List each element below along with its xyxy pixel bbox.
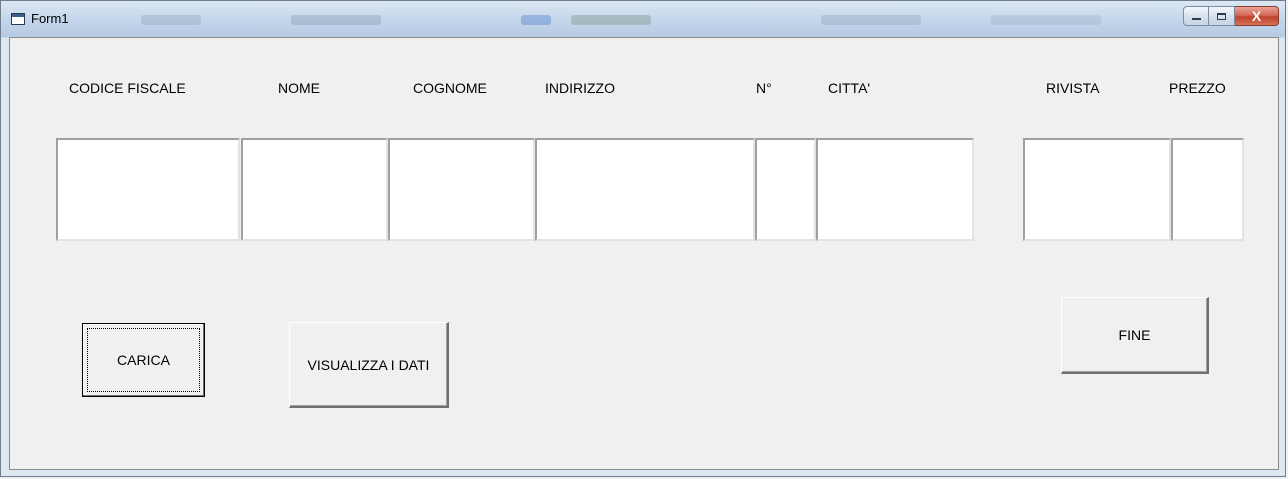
- minimize-icon: [1191, 18, 1201, 20]
- fine-button[interactable]: FINE: [1061, 297, 1209, 374]
- title-bar[interactable]: Form1 X: [1, 1, 1285, 37]
- label-prezzo: PREZZO: [1169, 80, 1226, 96]
- visualizza-dati-button[interactable]: VISUALIZZA I DATI: [289, 322, 449, 408]
- cognome-input[interactable]: [388, 138, 535, 241]
- label-codice-fiscale: CODICE FISCALE: [69, 80, 186, 96]
- maximize-button[interactable]: [1209, 6, 1235, 26]
- nome-input[interactable]: [241, 138, 388, 241]
- focus-indicator: [87, 328, 200, 392]
- codice-fiscale-input[interactable]: [56, 138, 240, 241]
- numero-input[interactable]: [755, 138, 816, 241]
- caption-buttons: X: [1183, 6, 1279, 28]
- carica-button[interactable]: CARICA: [82, 323, 205, 397]
- window-title: Form1: [31, 11, 69, 26]
- maximize-icon: [1217, 12, 1226, 20]
- glass-reflection: [571, 15, 651, 25]
- label-cognome: COGNOME: [413, 80, 487, 96]
- rivista-input[interactable]: [1023, 138, 1171, 241]
- close-icon: X: [1251, 8, 1262, 24]
- glass-reflection: [821, 15, 921, 25]
- glass-reflection: [141, 15, 201, 25]
- close-button[interactable]: X: [1235, 6, 1279, 26]
- glass-reflection: [521, 15, 551, 25]
- label-indirizzo: INDIRIZZO: [545, 80, 615, 96]
- form-window: Form1 X CODICE FISCALE NOME COGNOME INDI…: [0, 0, 1286, 477]
- label-numero: N°: [756, 80, 772, 96]
- label-nome: NOME: [278, 80, 320, 96]
- indirizzo-input[interactable]: [535, 138, 755, 241]
- glass-reflection: [991, 15, 1101, 25]
- form-client-area: CODICE FISCALE NOME COGNOME INDIRIZZO N°…: [9, 37, 1279, 470]
- form-icon[interactable]: [11, 13, 25, 25]
- citta-input[interactable]: [816, 138, 974, 241]
- prezzo-input[interactable]: [1171, 138, 1244, 241]
- label-rivista: RIVISTA: [1046, 80, 1100, 96]
- minimize-button[interactable]: [1183, 6, 1209, 26]
- label-citta: CITTA': [828, 80, 871, 96]
- visualizza-dati-button-label: VISUALIZZA I DATI: [307, 356, 430, 373]
- glass-reflection: [291, 15, 381, 25]
- fine-button-label: FINE: [1118, 327, 1151, 343]
